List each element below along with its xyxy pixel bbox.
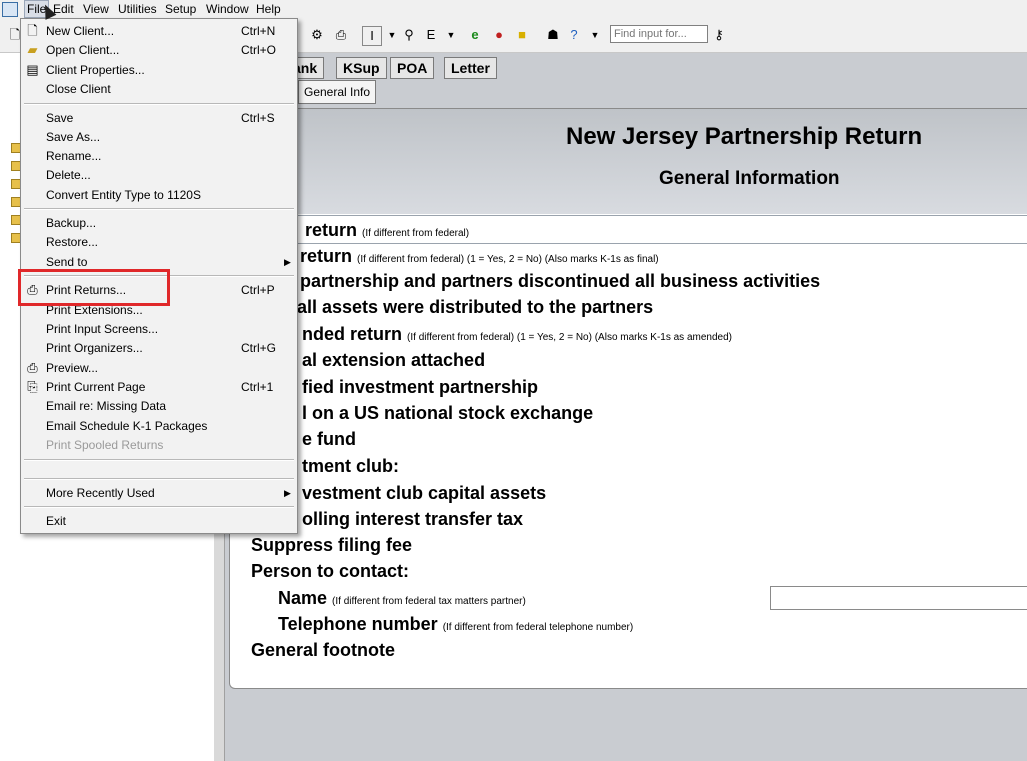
menu-separator (24, 478, 294, 480)
new-document-icon: 🗋 (27, 23, 38, 38)
menu-setup[interactable]: Setup (165, 2, 196, 16)
form-line: Person to contact: (251, 561, 410, 581)
tab-general-info[interactable]: General Info (298, 80, 377, 104)
menu-help[interactable]: Help (256, 2, 281, 16)
submenu-arrow-icon: ▶ (284, 257, 291, 267)
form-line: fied investment partnership (302, 377, 539, 397)
form-line: General footnote (251, 640, 396, 660)
find-input[interactable] (610, 25, 708, 43)
properties-icon: ▤ (26, 62, 39, 77)
menu-item-convert-entity[interactable]: Convert Entity Type to 1120S (21, 186, 297, 205)
menu-item-save-as[interactable]: Save As... (21, 128, 297, 147)
menu-separator (24, 459, 294, 461)
menu-window[interactable]: Window (206, 2, 249, 16)
highlight-annotation (18, 269, 170, 306)
print-page-icon: ⎘ (27, 379, 38, 394)
menu-item-close-client[interactable]: Close Client (21, 80, 297, 99)
chevron-down-icon[interactable]: ▼ (442, 26, 460, 44)
efile-icon[interactable]: e (466, 26, 484, 44)
menu-item-delete[interactable]: Delete... (21, 166, 297, 185)
menu-bar: File Edit View Utilities Setup Window He… (0, 0, 1027, 18)
form-line: return (If different from federal) (305, 220, 470, 240)
form-line: vestment club capital assets (302, 483, 547, 503)
section-title: General Information (659, 168, 840, 189)
menu-item-print-input-screens[interactable]: Print Input Screens... (21, 320, 297, 339)
text-format-icon[interactable]: E (422, 26, 440, 44)
menu-separator (24, 103, 294, 105)
tab-letter[interactable]: Letter (444, 57, 497, 79)
menu-item-email-missing-data[interactable]: Email re: Missing Data (21, 397, 297, 416)
menu-utilities[interactable]: Utilities (118, 2, 157, 16)
menu-separator (24, 506, 294, 508)
divider (230, 243, 1027, 244)
form-line: tment club: (302, 456, 399, 476)
menu-view[interactable]: View (83, 2, 109, 16)
menu-item-backup[interactable]: Backup... (21, 214, 297, 233)
search-help-icon[interactable]: ⚷ (710, 26, 728, 44)
return-form: New Jersey Partnership Return General In… (229, 108, 1027, 689)
divider (230, 215, 1027, 216)
preview-icon: ⎙ (27, 360, 38, 375)
form-line: e fund (302, 429, 356, 449)
menu-item-open-client[interactable]: ▰ Open Client... Ctrl+O (21, 41, 297, 60)
menu-item-more-recently-used[interactable]: More Recently Used ▶ (21, 484, 297, 503)
menu-item-email-k1-packages[interactable]: Email Schedule K-1 Packages (21, 417, 297, 436)
users-icon[interactable]: ☗ (544, 26, 562, 44)
menu-item-rename[interactable]: Rename... (21, 147, 297, 166)
menu-item-preview[interactable]: ⎙ Preview... (21, 359, 297, 378)
form-line: l on a US national stock exchange (302, 403, 594, 423)
menu-item-print-spooled-returns: Print Spooled Returns (46, 438, 164, 452)
menu-item-print-current-page[interactable]: ⎘ Print Current Page Ctrl+1 (21, 378, 297, 397)
menu-item-exit[interactable]: Exit (21, 512, 297, 531)
page-title: New Jersey Partnership Return (566, 123, 923, 150)
menu-item-restore[interactable]: Restore... (21, 233, 297, 252)
app-icon[interactable] (2, 2, 18, 17)
form-line: al extension attached (302, 350, 486, 370)
form-line: Suppress filing fee (251, 535, 413, 555)
field-format-icon[interactable]: I (362, 26, 382, 46)
form-line: nded return (If different from federal) … (302, 324, 732, 344)
chevron-down-icon[interactable]: ▼ (383, 26, 401, 44)
apple-icon[interactable]: ● (490, 26, 508, 44)
open-folder-icon: ▰ (27, 42, 38, 57)
tab-poa[interactable]: POA (390, 57, 435, 79)
submenu-arrow-icon: ▶ (284, 488, 291, 498)
help-icon[interactable]: ? (565, 26, 583, 44)
form-line: Telephone number (If different from fede… (278, 614, 634, 634)
contact-name-input[interactable] (770, 586, 1027, 610)
form-line: partnership and partners discontinued al… (300, 271, 821, 291)
form-line: olling interest transfer tax (302, 509, 524, 529)
menu-separator (24, 208, 294, 210)
link-icon[interactable]: ⚲ (400, 26, 418, 44)
menu-item-client-properties[interactable]: ▤ Client Properties... (21, 61, 297, 80)
print-icon[interactable]: ⎙ (332, 26, 350, 44)
chevron-down-icon[interactable]: ▼ (586, 26, 604, 44)
note-icon[interactable]: ■ (513, 26, 531, 44)
menu-item-new-client[interactable]: 🗋 New Client... Ctrl+N (21, 22, 297, 41)
tab-ksup[interactable]: KSup (336, 57, 387, 79)
form-line: Name (If different from federal tax matt… (278, 588, 526, 608)
form-line: all assets were distributed to the partn… (297, 297, 654, 317)
form-line: return (If different from federal) (1 = … (300, 246, 659, 266)
calculator-icon[interactable]: ⚙ (308, 26, 326, 44)
menu-item-save[interactable]: Save Ctrl+S (21, 109, 297, 128)
menu-item-print-organizers[interactable]: Print Organizers... Ctrl+G (21, 339, 297, 358)
